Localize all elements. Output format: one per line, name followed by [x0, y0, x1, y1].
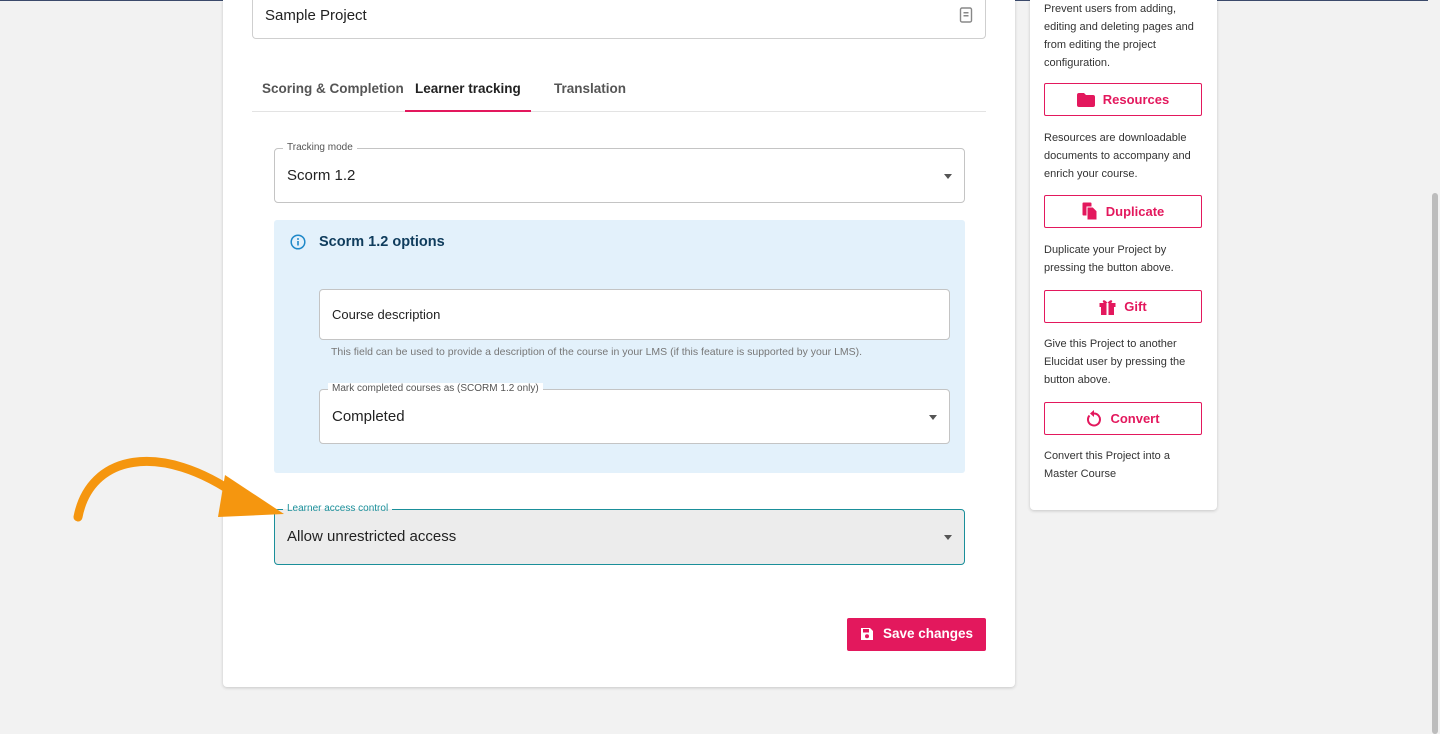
document-icon[interactable]	[959, 7, 973, 23]
convert-label: Convert	[1110, 411, 1160, 426]
resources-description: Resources are downloadable documents to …	[1044, 132, 1191, 180]
duplicate-label: Duplicate	[1105, 204, 1165, 219]
save-changes-label: Save changes	[883, 626, 974, 641]
course-description-placeholder: Course description	[332, 307, 441, 322]
save-icon	[861, 628, 873, 640]
tracking-mode-label: Tracking mode	[283, 142, 357, 154]
annotation-arrow-icon	[73, 456, 284, 522]
course-description-helper: This field can be used to provide a desc…	[331, 346, 863, 358]
save-changes-button[interactable]: Save changes	[847, 618, 986, 651]
mark-completed-value: Completed	[332, 408, 405, 425]
mark-completed-select[interactable]: Mark completed courses as (SCORM 1.2 onl…	[319, 383, 950, 444]
tracking-mode-select[interactable]: Tracking mode Scorm 1.2	[274, 142, 965, 203]
gift-icon	[1099, 299, 1116, 315]
gift-button[interactable]: Gift	[1044, 290, 1202, 323]
locking-description: Prevent users from adding, editing and d…	[1044, 3, 1194, 69]
scrollbar-thumb[interactable]	[1432, 193, 1438, 734]
chevron-down-icon	[929, 415, 937, 420]
resources-button[interactable]: Resources	[1044, 83, 1202, 116]
tab-scoring-completion[interactable]: Scoring & Completion	[262, 72, 404, 110]
chevron-down-icon	[944, 174, 952, 179]
settings-tabs: Scoring & Completion Learner tracking Tr…	[252, 72, 986, 112]
info-icon	[290, 234, 306, 250]
mark-completed-label: Mark completed courses as (SCORM 1.2 onl…	[328, 383, 543, 395]
project-name-field[interactable]: Sample Project	[252, 0, 986, 39]
convert-description: Convert this Project into a Master Cours…	[1044, 450, 1170, 480]
resources-label: Resources	[1102, 92, 1170, 107]
course-description-input[interactable]: Course description	[319, 289, 950, 340]
project-settings-card: Sample Project Scoring & Completion Lear…	[223, 0, 1015, 687]
scorm-options-panel: Scorm 1.2 options Course description Thi…	[274, 220, 965, 473]
scorm-options-title: Scorm 1.2 options	[319, 234, 445, 250]
convert-button[interactable]: Convert	[1044, 402, 1202, 435]
tab-learner-tracking[interactable]: Learner tracking	[405, 72, 531, 112]
learner-access-control-select[interactable]: Learner access control Allow unrestricte…	[274, 503, 965, 565]
tab-translation[interactable]: Translation	[554, 72, 626, 110]
duplicate-description: Duplicate your Project by pressing the b…	[1044, 244, 1174, 274]
project-name-value: Sample Project	[265, 7, 367, 24]
gift-description: Give this Project to another Elucidat us…	[1044, 338, 1186, 386]
duplicate-button[interactable]: Duplicate	[1044, 195, 1202, 228]
learner-access-control-value: Allow unrestricted access	[287, 528, 457, 545]
tracking-mode-value: Scorm 1.2	[287, 167, 356, 184]
copy-icon	[1082, 202, 1098, 221]
project-actions-panel: Prevent users from adding, editing and d…	[1030, 0, 1217, 510]
learner-access-control-label: Learner access control	[283, 503, 393, 515]
gift-label: Gift	[1124, 299, 1147, 314]
folder-icon	[1076, 92, 1095, 107]
chevron-down-icon	[944, 535, 952, 540]
convert-icon	[1087, 410, 1102, 427]
